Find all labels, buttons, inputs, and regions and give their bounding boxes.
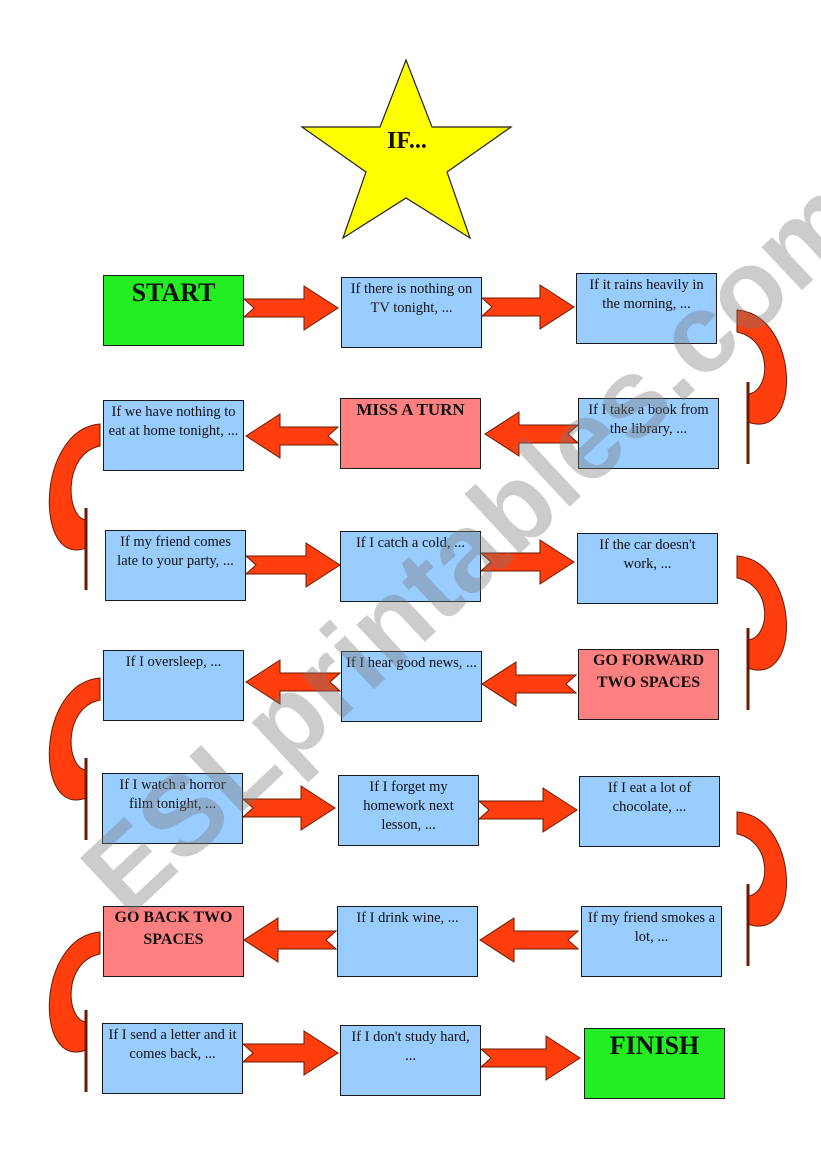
arrow-right — [479, 1035, 581, 1081]
board-square: If it rains heavily in the morning, ... — [576, 273, 717, 344]
arrow-left — [243, 917, 338, 963]
curved-arrow — [736, 811, 787, 927]
board-square: If my friend comes late to your party, .… — [105, 530, 246, 601]
curved-arrow — [48, 423, 101, 551]
board-square: If my friend smokes a lot, ... — [581, 906, 722, 977]
board-square-special: MISS A TURN — [340, 398, 481, 469]
arrow-left — [245, 659, 342, 705]
arrow-right — [242, 285, 339, 331]
board-square: If I catch a cold, ... — [340, 531, 481, 602]
board-square: If I forget my homework next lesson, ... — [338, 775, 479, 846]
curved-arrow — [736, 309, 787, 425]
title: IF... — [387, 128, 427, 154]
board-square: If I hear good news, ... — [341, 651, 482, 722]
arrow-right — [477, 787, 578, 833]
board-square-start: START — [103, 275, 244, 346]
arrow-left — [481, 661, 578, 707]
arrow-right — [241, 1030, 339, 1076]
board-square: If there is nothing on TV tonight, ... — [341, 277, 482, 348]
board-square: If I take a book from the library, ... — [578, 398, 719, 469]
board-square-finish: FINISH — [584, 1028, 725, 1099]
board-square: If the car doesn't work, ... — [577, 533, 718, 604]
arrow-right — [479, 539, 575, 585]
arrow-left — [479, 917, 580, 963]
board-square-special: GO BACK TWO SPACES — [103, 906, 244, 977]
arrow-right — [244, 542, 341, 588]
curved-arrow — [736, 555, 787, 671]
board-square: If I drink wine, ... — [337, 906, 478, 977]
board-square: If I don't study hard, ... — [340, 1025, 481, 1096]
curved-arrow — [48, 677, 101, 801]
board-square: If we have nothing to eat at home tonigh… — [103, 400, 244, 471]
arrow-left — [484, 411, 580, 457]
board-square: If I eat a lot of chocolate, ... — [579, 776, 720, 847]
arrow-right — [480, 284, 575, 330]
board-square-special: GO FORWARD TWO SPACES — [578, 649, 719, 720]
board-square: If I watch a horror film tonight, ... — [102, 773, 243, 844]
curved-arrow — [48, 931, 101, 1053]
arrow-right — [241, 785, 336, 831]
arrow-left — [245, 413, 340, 459]
board-square: If I send a letter and it comes back, ..… — [102, 1023, 243, 1094]
board-square: If I oversleep, ... — [103, 650, 244, 721]
